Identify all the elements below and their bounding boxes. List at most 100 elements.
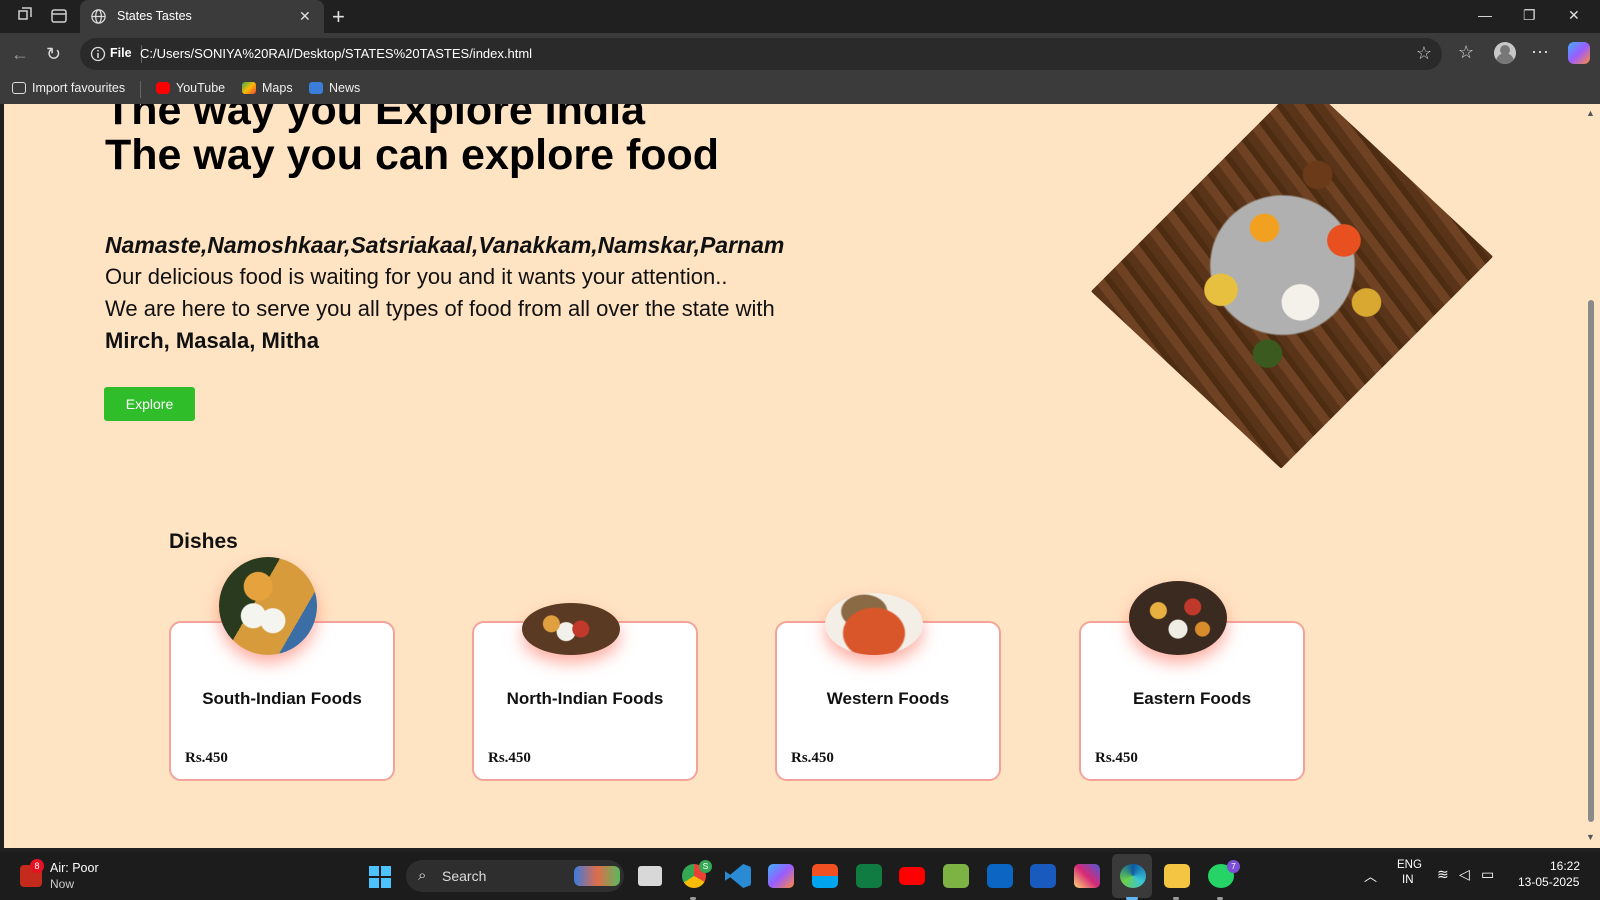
fav-news[interactable]: News <box>309 81 360 95</box>
url-text[interactable]: C:/Users/SONIYA%20RAI/Desktop/STATES%20T… <box>140 46 532 61</box>
dish-name: Eastern Foods <box>1132 689 1252 708</box>
show-hidden-icons[interactable]: ︿ <box>1364 866 1377 885</box>
notepad-icon[interactable] <box>943 864 969 888</box>
dish-card-north-indian[interactable]: North-Indian Foods Rs.450 <box>472 603 698 781</box>
dish-price: Rs.450 <box>1095 750 1138 766</box>
greeting-text: Namaste,Namoshkaar,Satsriakaal,Vanakkam,… <box>105 232 785 258</box>
dish-name: North-Indian Foods <box>506 689 664 708</box>
task-view-icon[interactable] <box>638 866 662 886</box>
address-bar[interactable]: File C:/Users/SONIYA%20RAI/Desktop/STATE… <box>80 38 1442 70</box>
edge-icon[interactable] <box>1120 864 1146 888</box>
chrome-badge: S <box>699 860 712 873</box>
tab-title: States Tastes <box>117 9 192 23</box>
battery-icon[interactable]: ▭ <box>1481 866 1494 883</box>
store-icon[interactable] <box>812 864 838 888</box>
start-icon[interactable] <box>369 866 391 888</box>
favourite-star-icon[interactable]: ☆ <box>1416 43 1432 64</box>
dishes-heading: Dishes <box>169 530 238 553</box>
word-icon[interactable] <box>1030 864 1056 888</box>
dish-name: South-Indian Foods <box>202 689 362 708</box>
scroll-down-icon[interactable]: ▼ <box>1586 832 1595 842</box>
favourites-icon[interactable]: ☆ <box>1458 42 1474 63</box>
dish-card-eastern[interactable]: Eastern Foods Rs.450 <box>1079 581 1305 781</box>
dish-price: Rs.450 <box>791 750 834 766</box>
fav-youtube[interactable]: YouTube <box>156 81 225 95</box>
dish-price: Rs.450 <box>185 750 228 766</box>
western-food-image <box>825 593 923 655</box>
language-line1[interactable]: ENG <box>1397 859 1422 871</box>
profile-avatar[interactable] <box>1494 42 1516 64</box>
minimize-icon[interactable]: — <box>1478 7 1492 23</box>
search-icon: ⌕ <box>418 867 427 884</box>
vertical-tabs-icon[interactable] <box>50 7 68 25</box>
explore-button[interactable]: Explore <box>104 387 195 421</box>
fav-label: YouTube <box>176 81 226 95</box>
search-highlight-icon <box>574 866 620 886</box>
youtube-icon[interactable] <box>899 867 925 885</box>
weather-widget[interactable]: 8 Air: Poor Now <box>20 859 108 891</box>
browser-title-bar: States Tastes ✕ + — ❐ ✕ <box>0 0 1600 33</box>
excel-icon[interactable] <box>856 864 882 888</box>
scroll-up-icon[interactable]: ▲ <box>1586 108 1595 118</box>
hero-thali-image <box>1090 104 1494 469</box>
taskbar-search[interactable]: ⌕ Search <box>406 860 624 892</box>
windows-taskbar: 8 Air: Poor Now ⌕ Search S 7 ︿ ENG IN ≋ … <box>0 852 1600 900</box>
dish-card-western[interactable]: Western Foods Rs.450 <box>775 593 1001 781</box>
whatsapp-icon[interactable]: 7 <box>1208 860 1240 888</box>
close-window-icon[interactable]: ✕ <box>1568 7 1580 24</box>
dish-price: Rs.450 <box>488 750 531 766</box>
youtube-icon <box>156 82 170 94</box>
language-line2[interactable]: IN <box>1402 874 1414 886</box>
tab-states-tastes[interactable]: States Tastes ✕ <box>80 0 324 33</box>
hero-heading-line1: The way you Explore India <box>105 104 646 134</box>
hero-heading-line2: The way you can explore food <box>105 131 720 179</box>
fav-label: Import favourites <box>32 81 126 95</box>
info-icon[interactable] <box>90 46 106 62</box>
fav-maps[interactable]: Maps <box>242 81 293 95</box>
globe-icon <box>91 9 106 24</box>
vscode-icon[interactable] <box>725 864 751 888</box>
news-icon <box>309 82 323 94</box>
whatsapp-badge: 7 <box>1227 860 1240 873</box>
linkedin-icon[interactable] <box>987 864 1013 888</box>
maps-icon <box>242 82 256 94</box>
weather-title: Air: Poor <box>50 861 99 875</box>
browser-toolbar: ← ↻ File C:/Users/SONIYA%20RAI/Desktop/S… <box>0 33 1600 75</box>
file-explorer-icon[interactable] <box>1164 864 1190 888</box>
url-scheme-label: File <box>110 46 132 60</box>
workspaces-icon[interactable] <box>15 7 33 25</box>
dish-card-south-indian[interactable]: South-Indian Foods Rs.450 <box>169 557 395 781</box>
north-indian-food-image <box>522 603 620 655</box>
page-scrollbar[interactable]: ▲ ▼ <box>1582 104 1600 848</box>
fav-label: Maps <box>262 81 293 95</box>
instagram-icon[interactable] <box>1074 864 1100 888</box>
favourites-bar: Import favourites YouTube Maps News <box>0 75 1600 104</box>
dish-name: Western Foods <box>826 689 950 708</box>
back-icon[interactable]: ← <box>11 44 29 65</box>
fav-import-favourites[interactable]: Import favourites <box>12 81 125 95</box>
eastern-food-image <box>1129 581 1227 655</box>
more-options-icon[interactable]: ⋯ <box>1531 42 1549 63</box>
search-label: Search <box>442 868 487 884</box>
hero-line1: Our delicious food is waiting for you an… <box>105 264 728 289</box>
copilot-icon[interactable] <box>1568 42 1590 64</box>
wifi-icon[interactable]: ≋ <box>1437 866 1449 883</box>
weather-subtitle: Now <box>50 877 75 891</box>
hero-line2: We are here to serve you all types of fo… <box>105 296 775 321</box>
volume-icon[interactable]: ◁ <box>1459 866 1470 883</box>
refresh-icon[interactable]: ↻ <box>46 44 61 65</box>
new-tab-icon[interactable]: + <box>332 4 345 30</box>
fav-label: News <box>329 81 361 95</box>
chrome-icon[interactable]: S <box>682 860 712 888</box>
close-tab-icon[interactable]: ✕ <box>299 8 311 25</box>
copilot-icon[interactable] <box>768 864 794 888</box>
hero-highlight: Mirch, Masala, Mitha <box>105 328 319 353</box>
clock-time[interactable]: 16:22 <box>1550 859 1580 873</box>
page-viewport: The way you Explore India The way you ca… <box>4 104 1582 848</box>
scrollbar-thumb[interactable] <box>1588 300 1594 822</box>
south-indian-food-image <box>219 557 317 655</box>
import-icon <box>12 82 26 94</box>
restore-icon[interactable]: ❐ <box>1523 7 1536 24</box>
clock-date[interactable]: 13-05-2025 <box>1518 875 1579 889</box>
favourites-separator <box>140 81 141 98</box>
